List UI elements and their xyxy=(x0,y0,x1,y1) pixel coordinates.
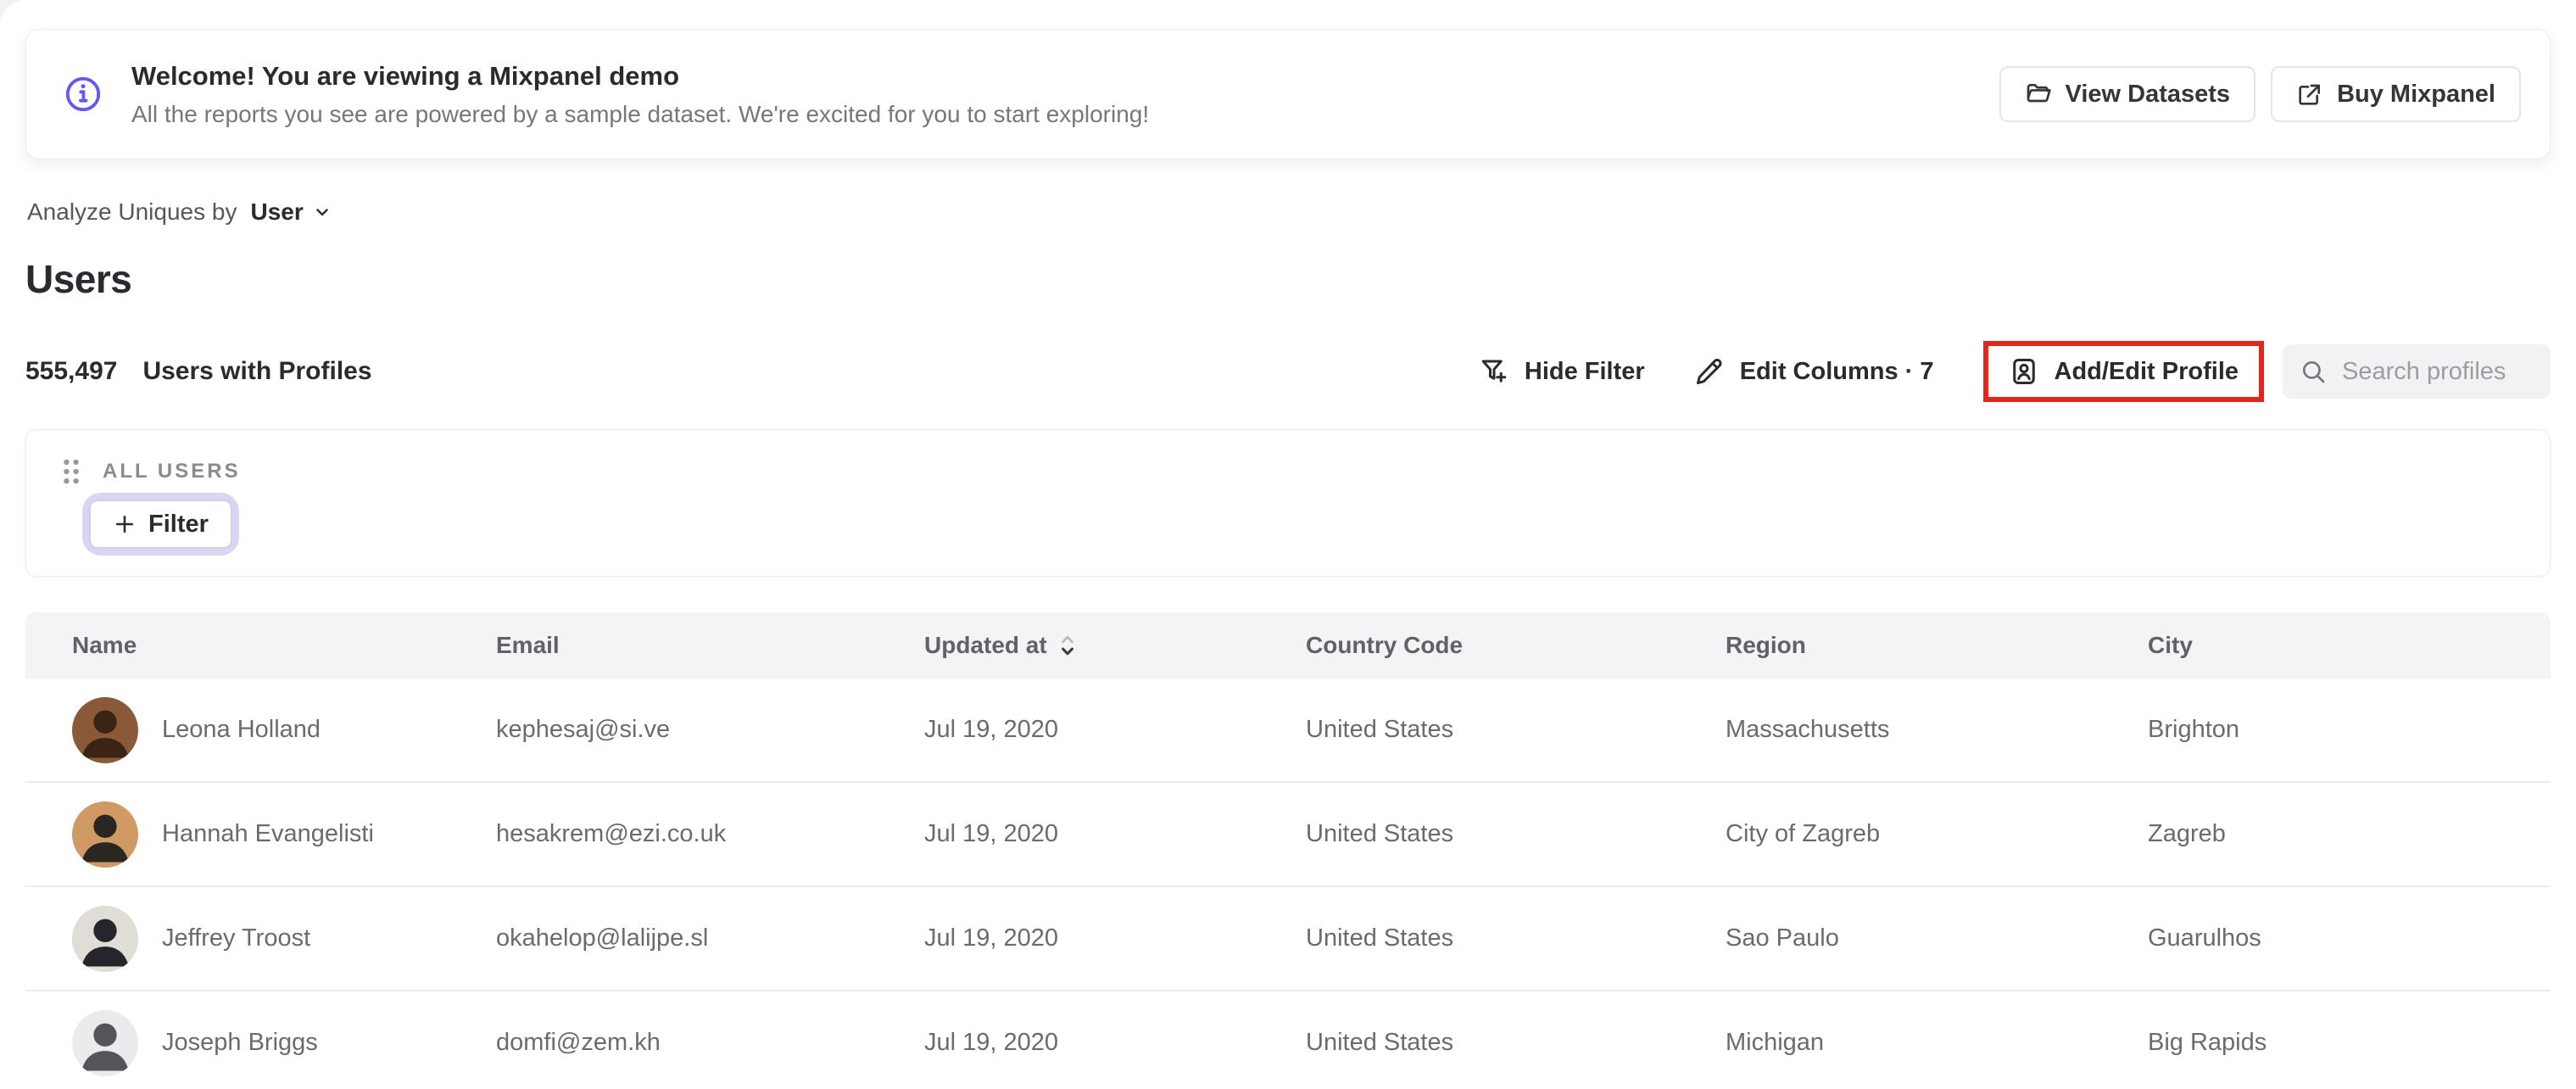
user-region: Sao Paulo xyxy=(1726,924,1839,952)
filter-panel: ALL USERS Filter xyxy=(25,429,2551,577)
folder-icon xyxy=(2027,84,2051,103)
user-city: Brighton xyxy=(2148,716,2240,743)
avatar xyxy=(72,801,138,868)
search-profiles-box xyxy=(2283,344,2551,399)
avatar xyxy=(72,1009,138,1076)
user-country-code: United States xyxy=(1306,924,1454,952)
buy-mixpanel-button[interactable]: Buy Mixpanel xyxy=(2271,66,2521,122)
user-email: kephesaj@si.ve xyxy=(496,716,671,743)
banner-title: Welcome! You are viewing a Mixpanel demo xyxy=(131,60,680,91)
user-email: domfi@zem.kh xyxy=(496,1029,661,1056)
person-silhouette-icon xyxy=(81,1023,129,1070)
view-datasets-label: View Datasets xyxy=(2065,80,2231,108)
view-datasets-button[interactable]: View Datasets xyxy=(1999,66,2256,122)
profiles-table: Name Email Updated at Country Code Regio… xyxy=(25,612,2551,1089)
edit-columns-label: Edit Columns · 7 xyxy=(1739,357,1934,385)
drag-handle-icon[interactable] xyxy=(60,457,82,486)
user-region: City of Zagreb xyxy=(1726,820,1881,847)
hide-filter-label: Hide Filter xyxy=(1524,357,1645,385)
user-name: Hannah Evangelisti xyxy=(162,820,374,847)
user-country-code: United States xyxy=(1306,716,1454,743)
avatar xyxy=(72,905,138,972)
column-header-region[interactable]: Region xyxy=(1726,632,2148,659)
user-email: okahelop@lalijpe.sl xyxy=(496,924,709,952)
user-updated-at: Jul 19, 2020 xyxy=(924,1029,1059,1056)
table-row[interactable]: Jeffrey Troost okahelop@lalijpe.sl Jul 1… xyxy=(25,887,2551,991)
user-region: Michigan xyxy=(1726,1029,1825,1056)
info-icon xyxy=(65,76,101,112)
person-silhouette-icon xyxy=(81,710,129,757)
add-filter-label: Filter xyxy=(148,510,209,538)
plus-icon xyxy=(115,515,134,533)
user-updated-at: Jul 19, 2020 xyxy=(924,716,1059,743)
user-city: Guarulhos xyxy=(2148,924,2261,952)
column-header-email[interactable]: Email xyxy=(496,632,924,659)
user-email: hesakrem@ezi.co.uk xyxy=(496,820,727,847)
profiles-count: 555,497 xyxy=(25,357,118,385)
profiles-toolbar: Hide Filter Edit Columns · 7 Add/Edit Pr… xyxy=(1479,341,2551,402)
external-link-icon xyxy=(2299,84,2321,105)
sort-icon xyxy=(1061,635,1073,656)
analyze-by-label: Analyze Uniques by xyxy=(27,198,237,225)
column-header-country-code[interactable]: Country Code xyxy=(1306,632,1726,659)
buy-mixpanel-label: Buy Mixpanel xyxy=(2337,80,2495,108)
user-name: Joseph Briggs xyxy=(162,1029,318,1056)
analyze-uniques-row: Analyze Uniques by User xyxy=(27,198,332,226)
user-updated-at: Jul 19, 2020 xyxy=(924,924,1059,952)
funnel-plus-icon xyxy=(1481,360,1507,383)
page-title: Users xyxy=(25,257,132,301)
user-name: Leona Holland xyxy=(162,716,321,743)
add-filter-button[interactable]: Filter xyxy=(89,500,232,549)
analyze-by-dropdown[interactable]: User xyxy=(250,198,332,226)
table-row[interactable]: Joseph Briggs domfi@zem.kh Jul 19, 2020 … xyxy=(25,991,2551,1089)
column-header-name[interactable]: Name xyxy=(72,632,496,659)
banner-subtitle: All the reports you see are powered by a… xyxy=(131,101,1150,128)
chevron-down-icon xyxy=(316,209,328,216)
group-label: ALL USERS xyxy=(103,460,241,483)
table-row[interactable]: Leona Holland kephesaj@si.ve Jul 19, 202… xyxy=(25,679,2551,783)
user-city: Big Rapids xyxy=(2148,1029,2267,1056)
avatar xyxy=(72,696,138,763)
profile-badge-icon xyxy=(2012,359,2035,384)
filter-button-focus-ring: Filter xyxy=(89,500,232,549)
add-edit-profile-button[interactable]: Add/Edit Profile xyxy=(2009,356,2239,387)
profiles-count-label: Users with Profiles xyxy=(142,357,372,385)
demo-banner: Welcome! You are viewing a Mixpanel demo… xyxy=(25,29,2551,159)
column-header-city[interactable]: City xyxy=(2148,632,2551,659)
user-country-code: United States xyxy=(1306,1029,1454,1056)
search-profiles-input[interactable] xyxy=(2342,357,2534,386)
edit-columns-button[interactable]: Edit Columns · 7 xyxy=(1694,356,1934,387)
person-silhouette-icon xyxy=(81,814,129,862)
user-updated-at: Jul 19, 2020 xyxy=(924,820,1059,847)
table-header-row: Name Email Updated at Country Code Regio… xyxy=(25,612,2551,679)
column-header-updated-at[interactable]: Updated at xyxy=(924,632,1306,659)
person-silhouette-icon xyxy=(81,919,129,966)
add-edit-profile-label: Add/Edit Profile xyxy=(2054,357,2239,385)
user-country-code: United States xyxy=(1306,820,1454,847)
hide-filter-button[interactable]: Hide Filter xyxy=(1479,356,1645,387)
user-region: Massachusetts xyxy=(1726,716,1890,743)
user-city: Zagreb xyxy=(2148,820,2226,847)
table-body: Leona Holland kephesaj@si.ve Jul 19, 202… xyxy=(25,679,2551,1089)
pencil-icon xyxy=(1696,359,1722,384)
analyze-by-value: User xyxy=(250,198,304,225)
red-annotation-box: Add/Edit Profile xyxy=(1982,341,2264,402)
table-row[interactable]: Hannah Evangelisti hesakrem@ezi.co.uk Ju… xyxy=(25,783,2551,887)
search-icon xyxy=(2303,361,2325,383)
user-name: Jeffrey Troost xyxy=(162,924,311,952)
